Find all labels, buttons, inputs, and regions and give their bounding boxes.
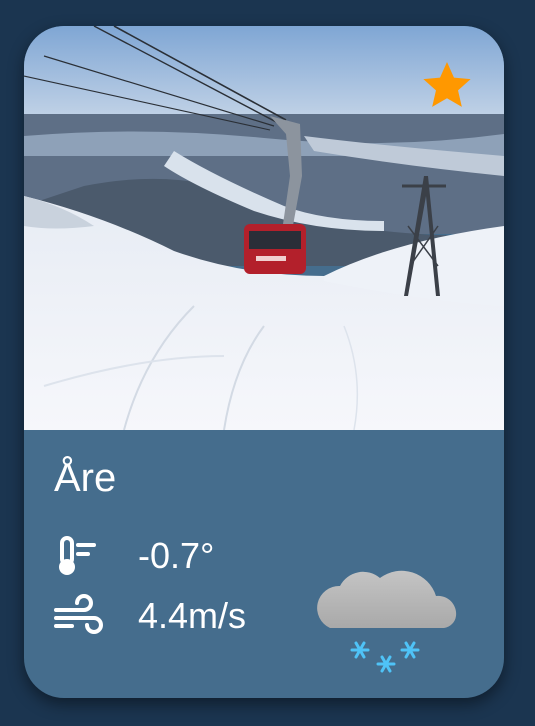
temperature-row: -0.7° [54,534,214,578]
favorite-star-icon[interactable] [420,58,474,112]
wind-row: 4.4m/s [54,594,246,638]
wind-icon [54,594,103,634]
location-name: Åre [54,456,117,500]
wind-speed-value: 4.4m/s [138,595,247,636]
thermometer-icon [59,536,96,575]
snow-cloud-icon [317,570,457,673]
temperature-value: -0.7° [138,535,215,576]
weather-card[interactable]: Åre -0.7° 4.4m/s [24,26,504,698]
